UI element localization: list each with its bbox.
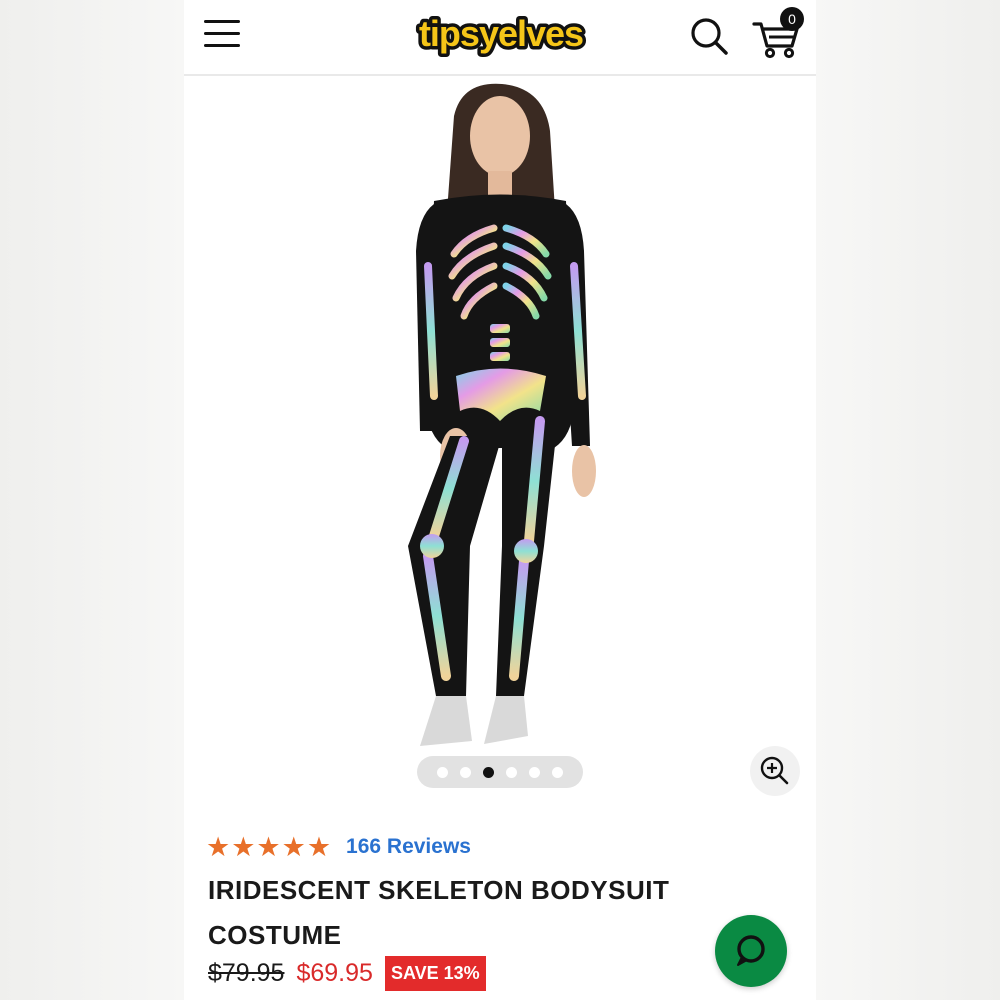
mobile-page: tipsyelves tipsyelves 0 ★★★★★ 166 Review… [184, 0, 816, 1000]
carousel-dot-active[interactable] [483, 766, 494, 778]
carousel-dot[interactable] [506, 766, 517, 778]
sale-price: $69.95 [296, 959, 373, 987]
search-icon[interactable] [689, 16, 729, 56]
zoom-in-icon[interactable] [750, 746, 800, 796]
tipsy-elves-logo[interactable]: tipsyelves tipsyelves [404, 8, 598, 64]
cart-count-badge: 0 [780, 7, 804, 31]
backdrop-right [816, 0, 1000, 1000]
carousel-dot[interactable] [437, 766, 448, 778]
original-price: $79.95 [208, 959, 285, 987]
carousel-dot[interactable] [460, 766, 471, 778]
product-rating: ★★★★★ 166 Reviews [206, 832, 471, 862]
model-in-skeleton-bodysuit-image [408, 83, 596, 746]
hamburger-icon[interactable] [204, 20, 240, 50]
price-row: $79.95 $69.95 SAVE 13% [208, 956, 486, 991]
save-badge: SAVE 13% [384, 956, 486, 991]
image-carousel-dots [417, 756, 583, 788]
reviews-link[interactable]: 166 Reviews [346, 835, 471, 859]
chat-bubble-icon[interactable] [715, 915, 787, 987]
backdrop-left [0, 0, 184, 1000]
carousel-dot[interactable] [529, 766, 540, 778]
carousel-dot[interactable] [552, 766, 563, 778]
star-rating-icon: ★★★★★ [206, 832, 333, 862]
product-image[interactable] [184, 76, 816, 806]
logo-text: tipsyelves [419, 13, 583, 54]
product-title: IRIDESCENT SKELETON BODYSUIT COSTUME [208, 875, 670, 950]
site-header: tipsyelves tipsyelves 0 [184, 0, 816, 76]
